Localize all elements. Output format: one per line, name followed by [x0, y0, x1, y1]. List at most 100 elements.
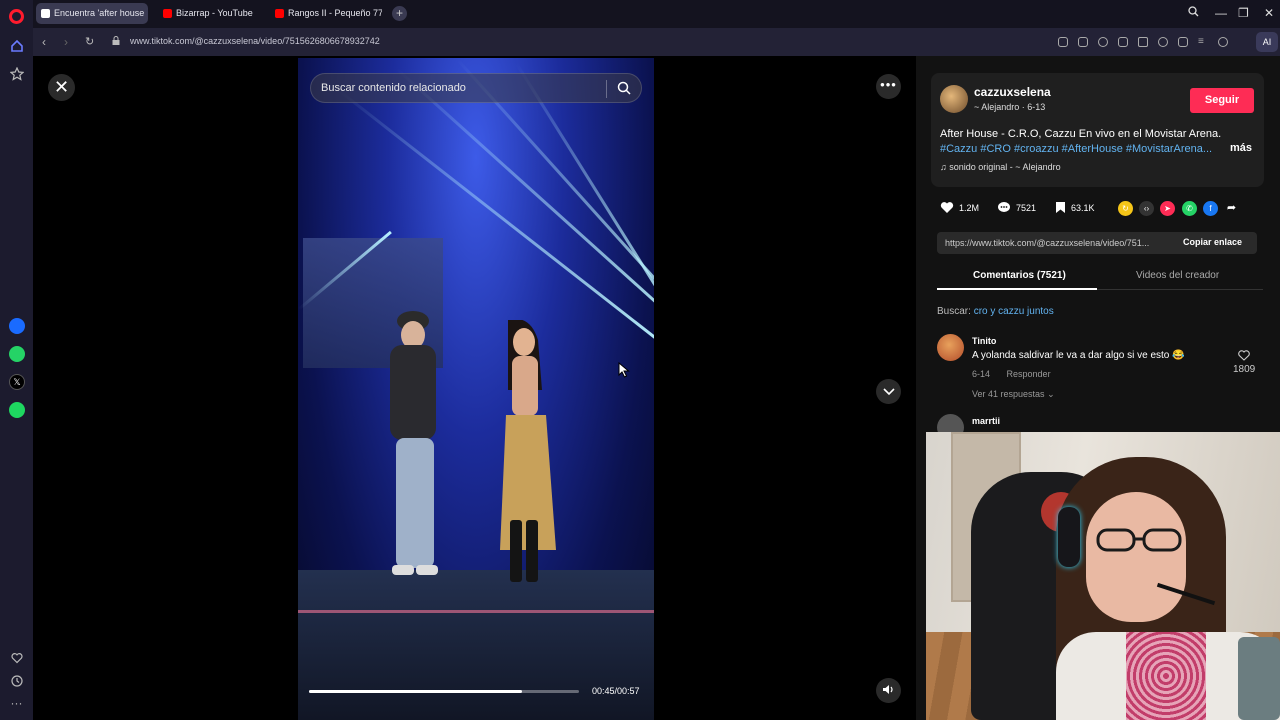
video-description: After House - C.R.O, Cazzu En vivo en el… — [940, 127, 1258, 157]
star-icon[interactable] — [8, 65, 25, 82]
hashtags[interactable]: #Cazzu #CRO #croazzu #AfterHouse #Movist… — [940, 142, 1258, 157]
comment-count: 7521 — [1016, 202, 1037, 213]
comment-button[interactable]: 7521 — [997, 201, 1036, 214]
heart-outline-icon — [1238, 350, 1250, 361]
search-suggestion[interactable]: Buscar: cro y cazzu juntos — [937, 306, 1054, 317]
play-icon[interactable] — [1138, 37, 1148, 47]
music-note-icon: ♫ — [940, 162, 950, 172]
like-button[interactable]: 1.2M — [940, 201, 979, 214]
comment-meta: 6-14 Responder — [972, 369, 1051, 379]
lock-icon — [112, 36, 120, 45]
browser-sidebar: 𝕏 ··· — [0, 0, 33, 720]
forward-icon[interactable]: › — [64, 35, 68, 49]
tab-comments[interactable]: Comentarios (7521) — [973, 270, 1066, 281]
whatsapp-icon[interactable] — [9, 346, 25, 362]
streamer-top — [1126, 632, 1206, 720]
search-divider — [606, 80, 607, 98]
share-arrow-icon[interactable]: ➦ — [1224, 201, 1239, 216]
next-video-button[interactable] — [876, 379, 901, 404]
view-replies-button[interactable]: Ver 41 respuestas ⌄ — [972, 389, 1055, 400]
tab-label: Rangos II - Pequeño 77 ft. — [288, 8, 382, 18]
maximize-icon[interactable]: ❐ — [1238, 6, 1249, 20]
copy-link-button[interactable]: Copiar enlace — [1183, 237, 1242, 247]
facebook-share-icon[interactable]: f — [1203, 201, 1218, 216]
shield-icon[interactable] — [1098, 37, 1108, 47]
performer-man — [390, 311, 438, 575]
new-tab-button[interactable]: + — [392, 6, 407, 21]
spotify-icon[interactable] — [9, 402, 25, 418]
creator-username[interactable]: cazzuxselena — [974, 85, 1051, 99]
description-text: After House - C.R.O, Cazzu En vivo en el… — [940, 128, 1222, 140]
back-icon[interactable]: ‹ — [42, 35, 46, 49]
performer-woman — [500, 320, 556, 582]
heart-outline-icon[interactable] — [1158, 37, 1168, 47]
video-progress-bar[interactable] — [309, 690, 579, 693]
messenger-icon[interactable] — [9, 318, 25, 334]
avatar[interactable] — [937, 334, 964, 361]
embed-icon[interactable]: ‹› — [1139, 201, 1154, 216]
close-window-icon[interactable]: ✕ — [1264, 6, 1274, 20]
follow-button[interactable]: Seguir — [1190, 88, 1254, 113]
search-suggestion-query[interactable]: cro y cazzu juntos — [974, 306, 1054, 317]
save-count: 63.1K — [1071, 202, 1095, 213]
glasses — [1096, 528, 1182, 552]
share-link[interactable]: https://www.tiktok.com/@cazzuxselena/vid… — [945, 238, 1170, 248]
aria-ai-button[interactable]: AI — [1256, 32, 1278, 52]
edit-icon[interactable] — [1058, 37, 1068, 47]
tab-creator-videos[interactable]: Videos del creador — [1136, 270, 1219, 281]
tab-rangos[interactable]: Rangos II - Pequeño 77 ft. — [270, 3, 382, 24]
stage-floor — [298, 570, 654, 720]
more-link[interactable]: más — [1230, 142, 1252, 154]
reload-icon[interactable]: ↻ — [85, 35, 94, 48]
sound-row[interactable]: ♫ sonido original - ~ Alejandro — [940, 162, 1061, 172]
comment-user[interactable]: Tinito — [972, 336, 996, 346]
download-icon[interactable] — [1178, 37, 1188, 47]
send-icon[interactable]: ➤ — [1160, 201, 1175, 216]
comment-user[interactable]: marrtii — [972, 416, 1000, 426]
search-suggestion-label: Buscar: — [937, 306, 971, 317]
creator-card: cazzuxselena ~ Alejandro · 6-13 Seguir A… — [931, 73, 1264, 187]
view-replies-label: Ver 41 respuestas — [972, 389, 1045, 399]
search-tabs-icon[interactable] — [1188, 6, 1199, 20]
home-icon[interactable] — [8, 37, 25, 54]
share-link-box: https://www.tiktok.com/@cazzuxselena/vid… — [937, 232, 1257, 254]
address-bar: ‹ › ↻ www.tiktok.com/@cazzuxselena/video… — [33, 28, 1280, 56]
opera-logo-icon[interactable] — [9, 9, 24, 24]
heart-icon[interactable] — [8, 649, 25, 666]
tab-label: Bizarrap - YouTube — [176, 8, 253, 18]
reply-button[interactable]: Responder — [1007, 369, 1051, 379]
video-player[interactable]: Buscar contenido relacionado 00:45/00:57 — [298, 58, 654, 720]
search-icon[interactable] — [617, 81, 631, 95]
more-icon[interactable]: ··· — [8, 694, 25, 711]
video-time: 00:45/00:57 — [592, 686, 640, 696]
tab-bizarrap[interactable]: Bizarrap - YouTube — [158, 3, 266, 24]
profile-icon[interactable] — [1218, 37, 1228, 47]
save-button[interactable]: 63.1K — [1055, 201, 1095, 214]
history-icon[interactable] — [8, 672, 25, 689]
close-video-button[interactable]: ✕ — [48, 74, 75, 101]
tab-tiktok[interactable]: Encuentra 'after house — [36, 3, 148, 24]
comment-like-button[interactable]: 1809 — [1233, 350, 1255, 375]
tiktok-favicon-icon — [41, 9, 50, 18]
url-text[interactable]: www.tiktok.com/@cazzuxselena/video/75156… — [130, 36, 380, 46]
adblock-icon[interactable] — [1118, 37, 1128, 47]
bookmark-icon — [1056, 202, 1065, 213]
search-input[interactable]: Buscar contenido relacionado — [321, 82, 466, 94]
repost-icon[interactable]: ↻ — [1118, 201, 1133, 216]
whatsapp-share-icon[interactable]: ✆ — [1182, 201, 1197, 216]
camera-icon[interactable] — [1078, 37, 1088, 47]
menu-icon[interactable]: ≡ — [1198, 37, 1208, 47]
active-tab-indicator — [937, 288, 1097, 290]
video-progress-fill — [309, 690, 523, 693]
youtube-favicon-icon — [275, 9, 284, 18]
more-options-button[interactable]: ••• — [876, 74, 901, 99]
like-count: 1.2M — [959, 202, 980, 213]
minimize-icon[interactable]: — — [1215, 6, 1227, 20]
volume-button[interactable] — [876, 678, 901, 703]
avatar[interactable] — [940, 85, 968, 113]
x-icon[interactable]: 𝕏 — [9, 374, 25, 390]
chevron-down-icon: ⌄ — [1047, 389, 1055, 399]
related-search-bar[interactable]: Buscar contenido relacionado — [310, 73, 642, 103]
comment-date: 6-14 — [972, 369, 991, 379]
webcam-overlay — [926, 432, 1280, 720]
